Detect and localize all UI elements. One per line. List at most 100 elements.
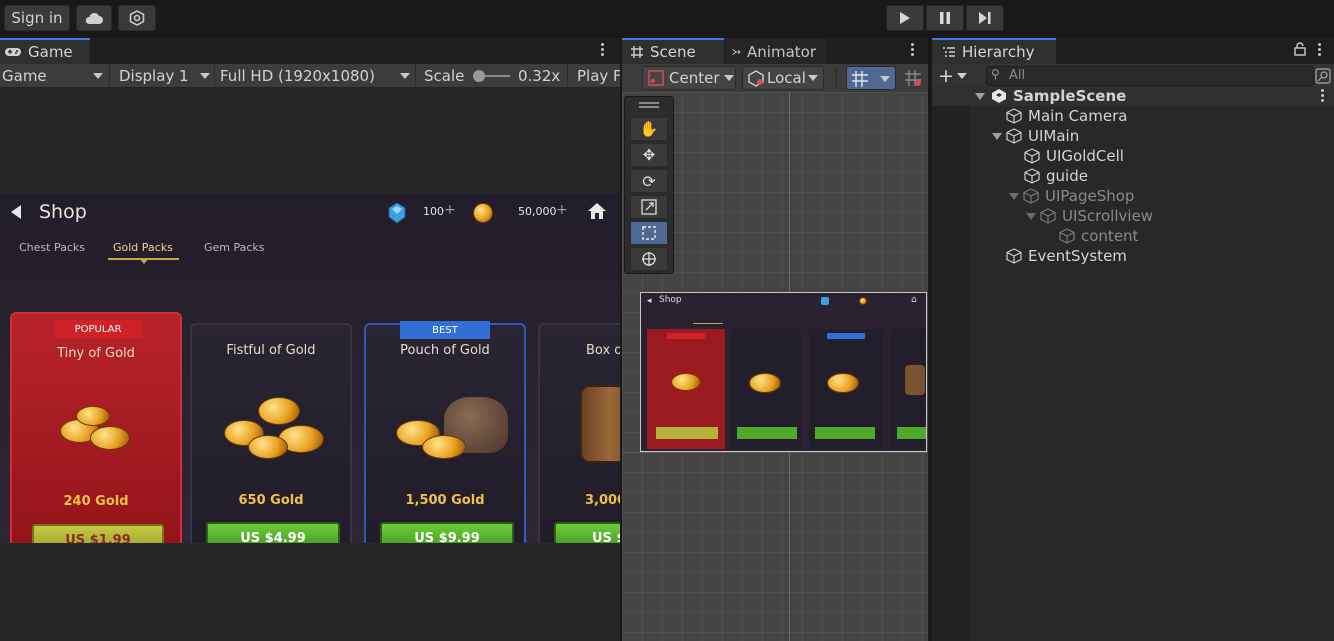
card-amount: 240 Gold bbox=[63, 494, 129, 509]
add-gold-icon[interactable]: + bbox=[556, 202, 568, 218]
expand-arrow-icon[interactable] bbox=[975, 92, 985, 100]
gold-pack-card[interactable]: Fistful of Gold 650 Gold US $4.99 bbox=[190, 323, 352, 543]
cloud-button[interactable] bbox=[76, 5, 112, 31]
transform-tool-button[interactable] bbox=[630, 247, 668, 271]
palette-drag-handle[interactable] bbox=[639, 102, 659, 104]
create-object-button[interactable]: + bbox=[938, 66, 974, 86]
price-button[interactable]: US $4.99 bbox=[206, 522, 340, 543]
palette-drag-handle[interactable] bbox=[639, 106, 659, 108]
gold-barrel-icon bbox=[580, 385, 620, 463]
scale-icon bbox=[641, 199, 657, 215]
game-mode-dropdown[interactable]: Game bbox=[0, 64, 110, 88]
tab-animator-label: Animator bbox=[747, 43, 816, 61]
hierarchy-item-content[interactable]: content bbox=[1059, 226, 1138, 246]
gold-pack-card[interactable]: Box of 3,000 US $2 bbox=[538, 323, 620, 543]
hierarchy-item-eventsystem[interactable]: EventSystem bbox=[1006, 246, 1127, 266]
chevron-down-icon bbox=[400, 73, 410, 79]
scale-label: Scale bbox=[424, 67, 465, 85]
preview-home-icon: ⌂ bbox=[911, 295, 917, 305]
rect-tool-button[interactable] bbox=[630, 221, 668, 245]
pause-icon bbox=[940, 12, 950, 24]
lock-icon[interactable] bbox=[1294, 42, 1306, 56]
tab-game-label: Game bbox=[28, 43, 73, 61]
tab-hierarchy-label: Hierarchy bbox=[962, 43, 1035, 61]
canvas-preview: ◂ Shop ⌂ bbox=[640, 292, 927, 452]
hierarchy-item-uipageshop[interactable]: UIPageShop bbox=[1009, 186, 1134, 206]
grid-snap-icon bbox=[852, 71, 868, 87]
cloud-icon bbox=[85, 12, 103, 24]
hierarchy-item-uimain[interactable]: UIMain bbox=[992, 126, 1079, 146]
card-title: Box of bbox=[586, 343, 620, 358]
grid-snap-toggle[interactable] bbox=[846, 66, 896, 90]
preview-price bbox=[815, 427, 875, 439]
tab-scene-label: Scene bbox=[650, 43, 696, 61]
popular-ribbon: POPULAR bbox=[54, 320, 142, 338]
hierarchy-search-input[interactable]: ⚲ All bbox=[986, 66, 1314, 86]
scale-value: 0.32x bbox=[518, 67, 561, 85]
scene-panel-menu-icon[interactable] bbox=[909, 43, 915, 56]
shop-tab-chest-packs[interactable]: Chest Packs bbox=[19, 241, 85, 254]
increment-snap-button[interactable] bbox=[900, 66, 926, 90]
scale-slider-thumb[interactable] bbox=[473, 70, 485, 82]
toolbar-separator bbox=[836, 68, 837, 88]
scene-item-menu-icon[interactable] bbox=[1319, 89, 1325, 102]
price-button[interactable]: US $9.99 bbox=[380, 522, 514, 543]
game-panel-menu-icon[interactable] bbox=[599, 43, 605, 56]
snap-increment-icon bbox=[905, 70, 921, 86]
pivot-dropdown[interactable]: Center bbox=[642, 66, 736, 90]
tab-game[interactable]: Game bbox=[0, 38, 90, 64]
sign-in-button[interactable]: Sign in bbox=[4, 5, 70, 31]
local-space-icon bbox=[748, 70, 764, 87]
display-dropdown[interactable]: Display 1 bbox=[117, 64, 215, 88]
expand-arrow-icon[interactable] bbox=[1026, 212, 1036, 220]
scene-search-icon[interactable] bbox=[1315, 68, 1331, 84]
shop-tab-gem-packs[interactable]: Gem Packs bbox=[204, 241, 265, 254]
play-focus-dropdown[interactable]: Play F bbox=[575, 64, 620, 88]
hand-tool-button[interactable]: ✋ bbox=[630, 117, 668, 141]
scene-viewport[interactable]: ✋ ✥ ⟳ ◂ Shop ⌂ bbox=[622, 92, 928, 641]
scene-toolbar: Center Local bbox=[622, 64, 928, 92]
hierarchy-item-main-camera[interactable]: Main Camera bbox=[1006, 106, 1127, 126]
hierarchy-item-uigoldcell[interactable]: UIGoldCell bbox=[1024, 146, 1124, 166]
hierarchy-item-label: UIGoldCell bbox=[1046, 147, 1124, 165]
expand-arrow-icon[interactable] bbox=[1009, 192, 1019, 200]
chevron-down-icon bbox=[807, 75, 818, 81]
card-amount: 3,000 bbox=[585, 493, 620, 508]
home-icon[interactable] bbox=[587, 202, 607, 220]
price-button[interactable]: US $2 bbox=[554, 522, 620, 543]
animator-icon bbox=[732, 48, 741, 56]
move-icon: ✥ bbox=[642, 146, 656, 164]
tab-scene[interactable]: Scene bbox=[622, 38, 724, 64]
expand-arrow-icon[interactable] bbox=[992, 132, 1002, 140]
price-button[interactable]: US $1.99 bbox=[32, 524, 164, 543]
step-button[interactable] bbox=[966, 5, 1004, 31]
unity-scene-icon bbox=[992, 89, 1006, 103]
pause-button[interactable] bbox=[926, 5, 964, 31]
tab-animator[interactable]: Animator bbox=[726, 38, 826, 64]
scale-tool-button[interactable] bbox=[630, 195, 668, 219]
hierarchy-panel-menu-icon[interactable] bbox=[1316, 43, 1322, 56]
shop-tab-gold-packs[interactable]: Gold Packs bbox=[113, 241, 173, 254]
gold-pack-card[interactable]: BEST Pouch of Gold 1,500 Gold US $9.99 bbox=[364, 321, 526, 543]
collab-button[interactable] bbox=[118, 5, 156, 31]
gold-coin-icon bbox=[473, 203, 493, 223]
resolution-dropdown[interactable]: Full HD (1920x1080) bbox=[218, 64, 416, 88]
gold-pack-card[interactable]: POPULAR Tiny of Gold 240 Gold US $1.99 bbox=[10, 312, 182, 543]
rotate-tool-button[interactable]: ⟳ bbox=[630, 169, 668, 193]
hierarchy-item-uiscrollview[interactable]: UIScrollview bbox=[1026, 206, 1153, 226]
hand-icon: ✋ bbox=[639, 120, 659, 138]
hierarchy-item-guide[interactable]: guide bbox=[1024, 166, 1088, 186]
back-arrow-icon[interactable] bbox=[10, 204, 22, 220]
space-dropdown[interactable]: Local bbox=[742, 66, 824, 90]
hierarchy-item-samplescene[interactable]: SampleScene bbox=[932, 86, 1334, 106]
preview-gem-icon bbox=[821, 297, 829, 305]
step-icon bbox=[979, 12, 991, 24]
chevron-down-icon bbox=[200, 73, 210, 79]
move-tool-button[interactable]: ✥ bbox=[630, 143, 668, 167]
chevron-down-icon bbox=[93, 73, 103, 79]
game-mode-value: Game bbox=[2, 67, 47, 85]
play-button[interactable] bbox=[886, 5, 924, 31]
tab-hierarchy[interactable]: Hierarchy bbox=[932, 38, 1056, 64]
add-gems-icon[interactable]: + bbox=[444, 202, 456, 218]
hierarchy-gutter bbox=[932, 88, 970, 641]
